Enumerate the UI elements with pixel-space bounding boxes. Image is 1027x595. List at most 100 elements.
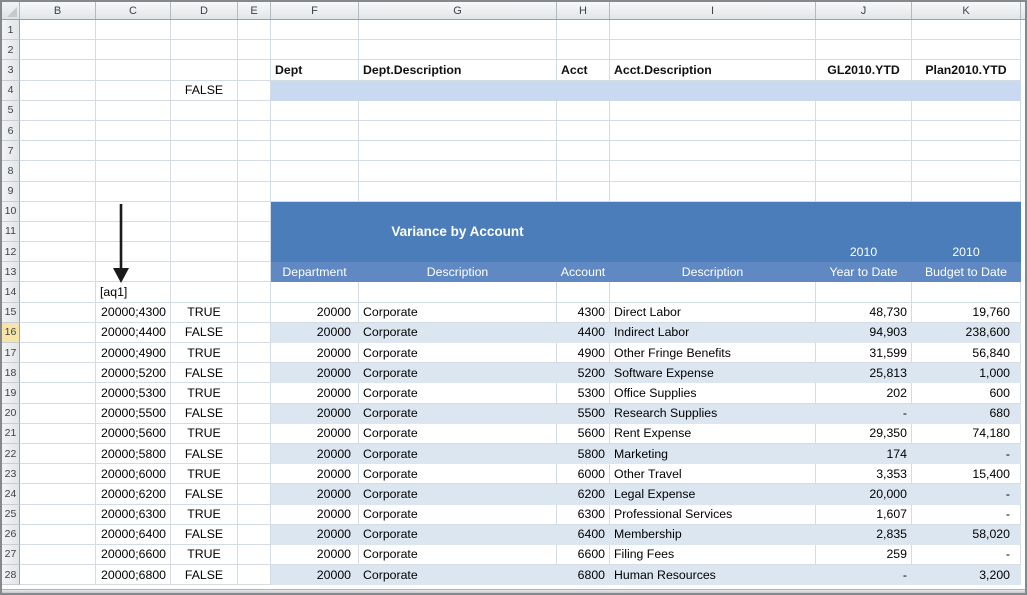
cell-B5[interactable] bbox=[20, 101, 96, 121]
cell-K16[interactable]: 238,600 bbox=[912, 323, 1021, 343]
cell-H15[interactable]: 4300 bbox=[557, 303, 610, 323]
cell-D19[interactable]: TRUE bbox=[171, 383, 238, 403]
cell-D28[interactable]: FALSE bbox=[171, 565, 238, 585]
cell-K25[interactable]: - bbox=[912, 505, 1021, 525]
cell-J1[interactable] bbox=[816, 20, 912, 40]
row-header-5[interactable]: 5 bbox=[2, 101, 20, 121]
cell-K5[interactable] bbox=[912, 101, 1021, 121]
row-header-7[interactable]: 7 bbox=[2, 141, 20, 161]
cell-B16[interactable] bbox=[20, 323, 96, 343]
cell-J4[interactable] bbox=[816, 81, 912, 101]
cell-H7[interactable] bbox=[557, 141, 610, 161]
column-header-F[interactable]: F bbox=[271, 2, 359, 19]
cell-E16[interactable] bbox=[238, 323, 271, 343]
cell-I16[interactable]: Indirect Labor bbox=[610, 323, 816, 343]
cell-F26[interactable]: 20000 bbox=[271, 525, 359, 545]
row-header-25[interactable]: 25 bbox=[2, 505, 20, 525]
cell-C12[interactable] bbox=[96, 242, 171, 262]
cell-G3[interactable]: Dept.Description bbox=[359, 60, 557, 80]
cell-B23[interactable] bbox=[20, 464, 96, 484]
cell-D14[interactable] bbox=[171, 282, 238, 302]
cell-B2[interactable] bbox=[20, 40, 96, 60]
cell-G6[interactable] bbox=[359, 121, 557, 141]
cell-B14[interactable] bbox=[20, 282, 96, 302]
cell-E8[interactable] bbox=[238, 161, 271, 181]
cell-E27[interactable] bbox=[238, 545, 271, 565]
cell-J3[interactable]: GL2010.YTD bbox=[816, 60, 912, 80]
cell-F6[interactable] bbox=[271, 121, 359, 141]
cell-E13[interactable] bbox=[238, 262, 271, 282]
cell-K11[interactable] bbox=[912, 222, 1021, 242]
cell-H20[interactable]: 5500 bbox=[557, 404, 610, 424]
row-header-8[interactable]: 8 bbox=[2, 161, 20, 181]
cell-D27[interactable]: TRUE bbox=[171, 545, 238, 565]
cell-K4[interactable] bbox=[912, 81, 1021, 101]
cell-D12[interactable] bbox=[171, 242, 238, 262]
cell-F5[interactable] bbox=[271, 101, 359, 121]
cell-E11[interactable] bbox=[238, 222, 271, 242]
cell-C28[interactable]: 20000;6800 bbox=[96, 565, 171, 585]
cell-C16[interactable]: 20000;4400 bbox=[96, 323, 171, 343]
row-header-11[interactable]: 11 bbox=[2, 222, 20, 242]
row-header-9[interactable]: 9 bbox=[2, 182, 20, 202]
cell-B8[interactable] bbox=[20, 161, 96, 181]
cell-I7[interactable] bbox=[610, 141, 816, 161]
cell-J7[interactable] bbox=[816, 141, 912, 161]
cell-H19[interactable]: 5300 bbox=[557, 383, 610, 403]
row-header-21[interactable]: 21 bbox=[2, 424, 20, 444]
cell-F23[interactable]: 20000 bbox=[271, 464, 359, 484]
cell-I12[interactable] bbox=[610, 242, 816, 262]
cell-H8[interactable] bbox=[557, 161, 610, 181]
cell-B18[interactable] bbox=[20, 363, 96, 383]
cell-C23[interactable]: 20000;6000 bbox=[96, 464, 171, 484]
cell-J15[interactable]: 48,730 bbox=[816, 303, 912, 323]
row-header-17[interactable]: 17 bbox=[2, 343, 20, 363]
row-header-26[interactable]: 26 bbox=[2, 525, 20, 545]
cell-B3[interactable] bbox=[20, 60, 96, 80]
cell-B1[interactable] bbox=[20, 20, 96, 40]
cell-J19[interactable]: 202 bbox=[816, 383, 912, 403]
row-header-27[interactable]: 27 bbox=[2, 545, 20, 565]
cell-B27[interactable] bbox=[20, 545, 96, 565]
row-header-16[interactable]: 16 bbox=[2, 323, 20, 343]
cell-G16[interactable]: Corporate bbox=[359, 323, 557, 343]
cell-G5[interactable] bbox=[359, 101, 557, 121]
cell-D25[interactable]: TRUE bbox=[171, 505, 238, 525]
cell-D6[interactable] bbox=[171, 121, 238, 141]
cell-H2[interactable] bbox=[557, 40, 610, 60]
column-header-I[interactable]: I bbox=[610, 2, 816, 19]
cell-E9[interactable] bbox=[238, 182, 271, 202]
cell-C27[interactable]: 20000;6600 bbox=[96, 545, 171, 565]
cell-B10[interactable] bbox=[20, 202, 96, 222]
cell-J28[interactable]: - bbox=[816, 565, 912, 585]
cell-E24[interactable] bbox=[238, 484, 271, 504]
cell-B12[interactable] bbox=[20, 242, 96, 262]
cell-I1[interactable] bbox=[610, 20, 816, 40]
cell-H16[interactable]: 4400 bbox=[557, 323, 610, 343]
cell-D16[interactable]: FALSE bbox=[171, 323, 238, 343]
cell-I17[interactable]: Other Fringe Benefits bbox=[610, 343, 816, 363]
cell-C14[interactable]: [aq1] bbox=[96, 282, 171, 302]
cell-F24[interactable]: 20000 bbox=[271, 484, 359, 504]
cell-B6[interactable] bbox=[20, 121, 96, 141]
cell-F27[interactable]: 20000 bbox=[271, 545, 359, 565]
cell-G20[interactable]: Corporate bbox=[359, 404, 557, 424]
row-header-4[interactable]: 4 bbox=[2, 81, 20, 101]
cell-D15[interactable]: TRUE bbox=[171, 303, 238, 323]
cell-E22[interactable] bbox=[238, 444, 271, 464]
cell-G4[interactable] bbox=[359, 81, 557, 101]
cell-B22[interactable] bbox=[20, 444, 96, 464]
down-arrow-shape[interactable] bbox=[110, 203, 132, 283]
cell-K27[interactable]: - bbox=[912, 545, 1021, 565]
cell-G21[interactable]: Corporate bbox=[359, 424, 557, 444]
cell-D1[interactable] bbox=[171, 20, 238, 40]
cell-H3[interactable]: Acct bbox=[557, 60, 610, 80]
cell-G14[interactable] bbox=[359, 282, 557, 302]
cell-C13[interactable] bbox=[96, 262, 171, 282]
cell-F12[interactable] bbox=[271, 242, 359, 262]
cell-I6[interactable] bbox=[610, 121, 816, 141]
cell-C20[interactable]: 20000;5500 bbox=[96, 404, 171, 424]
column-header-J[interactable]: J bbox=[816, 2, 912, 19]
cell-G18[interactable]: Corporate bbox=[359, 363, 557, 383]
cell-B28[interactable] bbox=[20, 565, 96, 585]
